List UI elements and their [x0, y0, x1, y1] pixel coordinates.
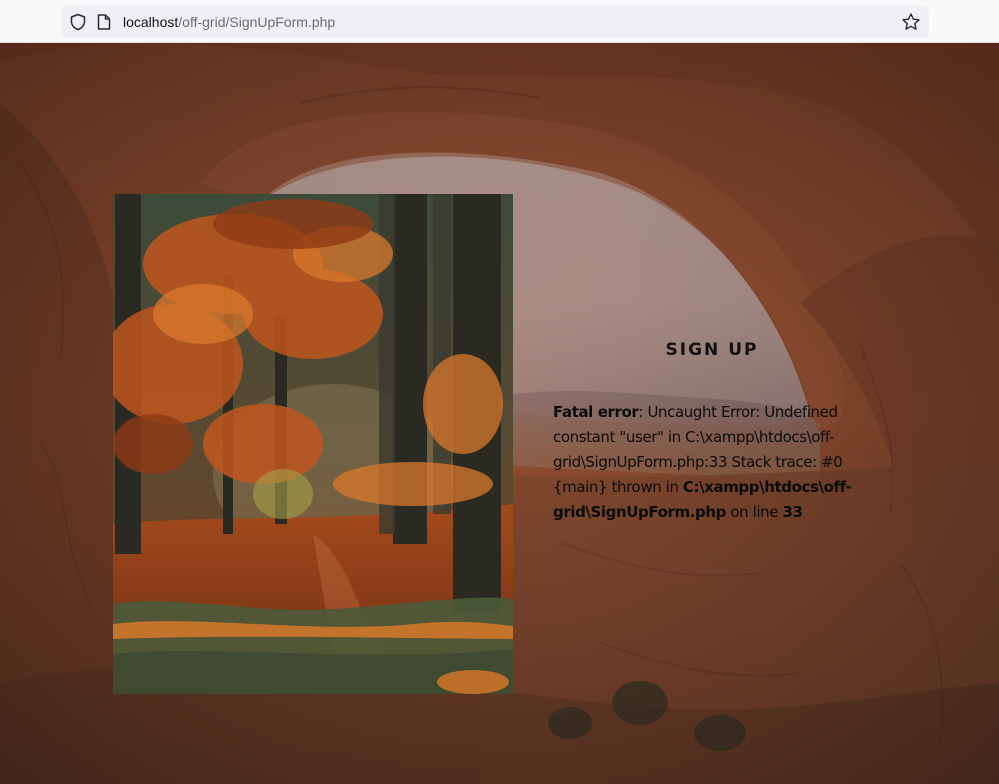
error-on-line: on line — [726, 503, 783, 521]
browser-window: localhost/off-grid/SignUpForm.php SIGN U… — [0, 0, 999, 784]
star-icon[interactable] — [901, 12, 921, 32]
error-line-number: 33 — [782, 503, 803, 521]
signup-title: SIGN UP — [665, 340, 759, 360]
browser-toolbar: localhost/off-grid/SignUpForm.php — [0, 0, 999, 43]
url-host: localhost — [123, 14, 179, 30]
url-text[interactable]: localhost/off-grid/SignUpForm.php — [123, 14, 335, 30]
shield-icon[interactable] — [69, 13, 87, 31]
address-bar[interactable]: localhost/off-grid/SignUpForm.php — [61, 6, 929, 38]
php-error-message: Fatal error: Uncaught Error: Undefined c… — [553, 400, 865, 525]
forest-image — [113, 194, 513, 694]
error-label: Fatal error — [553, 403, 639, 421]
page-icon[interactable] — [97, 14, 111, 30]
url-path: /off-grid/SignUpForm.php — [178, 14, 336, 30]
